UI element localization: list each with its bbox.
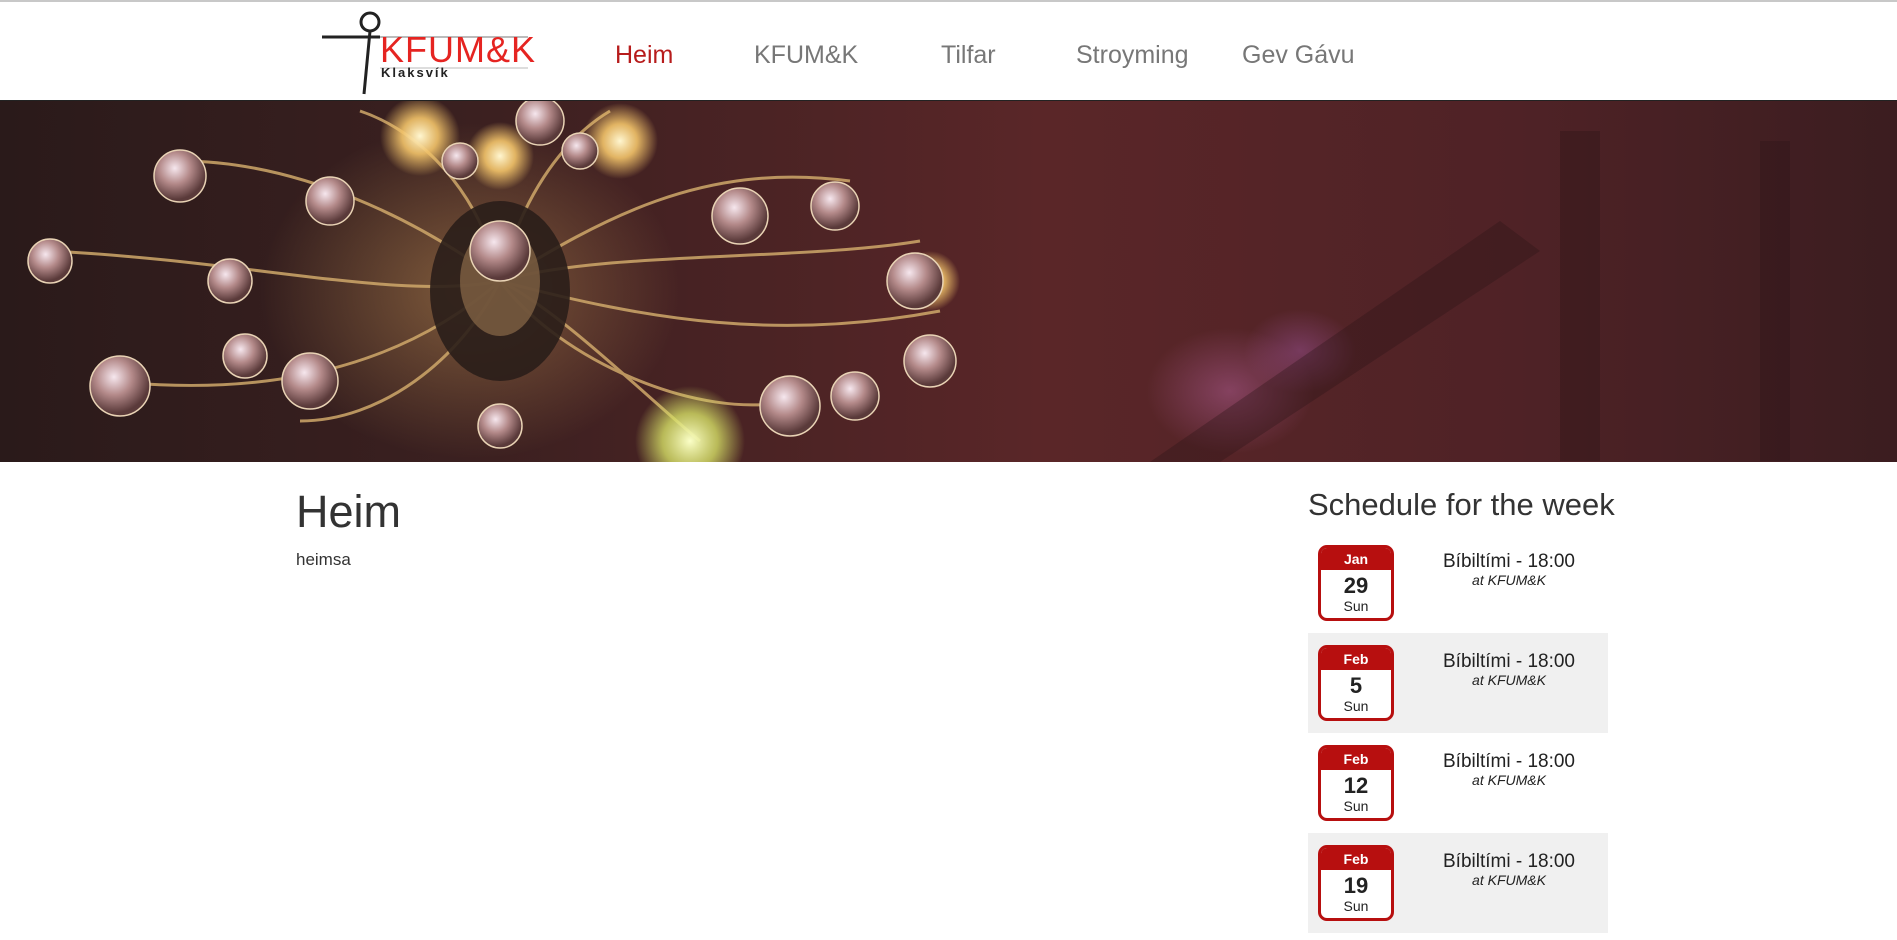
event-day: 19 xyxy=(1343,873,1369,898)
event-location: at KFUM&K xyxy=(1472,872,1546,888)
schedule-title: Schedule for the week xyxy=(1308,487,1615,522)
schedule-list: Jan 29 Sun Bíbiltími - 18:00 at KFUM&K F… xyxy=(1308,533,1608,933)
event-weekday: Sun xyxy=(1343,598,1369,614)
event-weekday: Sun xyxy=(1343,898,1369,914)
event-month: Feb xyxy=(1321,748,1391,770)
page-title: Heim xyxy=(296,486,402,537)
calendar-date-icon: Jan 29 Sun xyxy=(1318,545,1394,621)
schedule-event[interactable]: Feb 19 Sun Bíbiltími - 18:00 at KFUM&K xyxy=(1308,833,1608,933)
calendar-date-icon: Feb 5 Sun xyxy=(1318,645,1394,721)
site-logo[interactable]: KFUM&K Klaksvík xyxy=(318,10,535,98)
event-day: 12 xyxy=(1343,773,1369,798)
schedule-event[interactable]: Jan 29 Sun Bíbiltími - 18:00 at KFUM&K xyxy=(1308,533,1608,633)
schedule-event[interactable]: Feb 12 Sun Bíbiltími - 18:00 at KFUM&K xyxy=(1308,733,1608,833)
event-location: at KFUM&K xyxy=(1472,672,1546,688)
logo-title: KFUM&K xyxy=(380,29,537,70)
calendar-date-icon: Feb 19 Sun xyxy=(1318,845,1394,921)
logo-subtitle: Klaksvík xyxy=(381,65,450,80)
event-title: Bíbiltími - 18:00 xyxy=(1443,651,1575,672)
nav-item-gev-gavu[interactable]: Gev Gávu xyxy=(1242,40,1355,70)
chandelier-illustration xyxy=(27,101,1790,462)
event-title: Bíbiltími - 18:00 xyxy=(1443,751,1575,772)
nav-item-tilfar[interactable]: Tilfar xyxy=(941,40,996,70)
hero-banner-image xyxy=(0,101,1897,462)
event-location: at KFUM&K xyxy=(1472,772,1546,788)
event-title: Bíbiltími - 18:00 xyxy=(1443,551,1575,572)
event-day: 29 xyxy=(1343,573,1369,598)
event-month: Feb xyxy=(1321,648,1391,670)
event-weekday: Sun xyxy=(1343,798,1369,814)
schedule-event[interactable]: Feb 5 Sun Bíbiltími - 18:00 at KFUM&K xyxy=(1308,633,1608,733)
event-weekday: Sun xyxy=(1343,698,1369,714)
event-title: Bíbiltími - 18:00 xyxy=(1443,851,1575,872)
event-day: 5 xyxy=(1349,673,1363,698)
event-month: Jan xyxy=(1321,548,1391,570)
page-body-text: heimsa xyxy=(296,550,351,569)
nav-item-heim[interactable]: Heim xyxy=(615,40,673,70)
calendar-date-icon: Feb 12 Sun xyxy=(1318,745,1394,821)
nav-item-stroyming[interactable]: Stroyming xyxy=(1076,40,1189,70)
event-month: Feb xyxy=(1321,848,1391,870)
event-location: at KFUM&K xyxy=(1472,572,1546,588)
site-header: KFUM&K Klaksvík Heim KFUM&K Tilfar Stroy… xyxy=(0,2,1897,101)
nav-item-kfumk[interactable]: KFUM&K xyxy=(754,40,858,70)
